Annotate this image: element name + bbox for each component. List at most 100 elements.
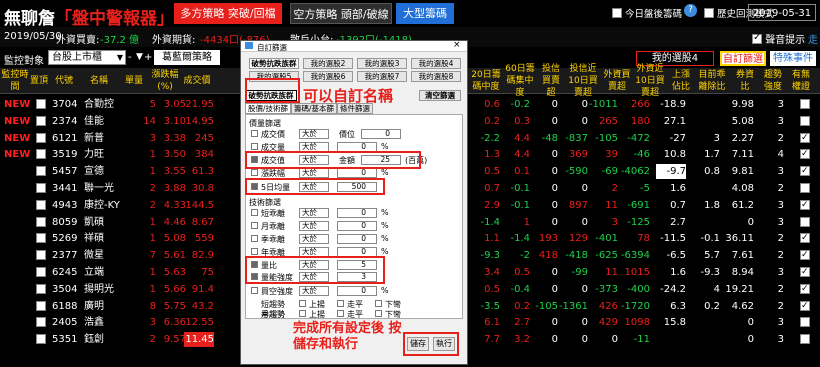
filter-checkbox[interactable] [251,143,258,150]
col-header[interactable]: 券資比 [732,68,758,94]
trend-checkbox[interactable] [299,310,306,317]
trend-checkbox[interactable] [337,300,344,307]
warrant-checkbox[interactable]: ✓ [800,199,810,210]
col-header[interactable]: 60日籌碼集中度 [504,64,536,98]
warrant-checkbox[interactable]: ✓ [800,300,810,311]
col-header[interactable]: 20日籌碼中度 [470,68,502,94]
filter-value-input[interactable]: 0 [337,221,377,231]
pin-checkbox[interactable] [36,199,46,210]
plus-button[interactable]: + [144,52,152,63]
col-header[interactable]: 目前乖離除比 [696,68,728,94]
monitor-target-select[interactable]: 台股上市櫃 ▼ [48,50,126,65]
warrant-checkbox[interactable]: ✓ [800,267,810,277]
col-header[interactable]: 投信買賣超 [538,64,564,98]
warrant-checkbox[interactable] [800,334,810,345]
group-button[interactable]: 破勢抗跌族群 [249,58,299,69]
filter-op-select[interactable]: 大於 [299,286,329,296]
col-header[interactable]: 上漲佔比 [668,68,694,94]
dropdown-icon[interactable]: ▼ [136,52,143,62]
warrant-checkbox[interactable]: ✓ [800,250,810,261]
close-icon[interactable]: × [453,40,461,50]
pin-checkbox[interactable] [36,250,46,261]
group-button[interactable]: 我的選股6 [303,71,353,82]
trend-checkbox[interactable] [337,310,344,317]
col-header[interactable]: 成交價 [182,68,212,94]
option-today[interactable]: 今日盤後籌碼 [612,6,682,20]
pin-checkbox[interactable] [36,149,46,160]
warrant-checkbox[interactable]: ✓ [800,149,810,160]
minus-button[interactable]: - [128,50,136,65]
pin-checkbox[interactable] [36,317,46,328]
trend-checkbox[interactable] [375,310,382,317]
filter-checkbox[interactable] [251,130,258,137]
tab-short-strategy[interactable]: 空方策略 頭部/破線 [290,3,392,24]
custom-filter-button[interactable]: 自訂篩選 [720,51,766,66]
special-event-button[interactable]: 特殊事件 [770,51,816,66]
group-button[interactable]: 我的選股8 [411,71,461,82]
filter-value-input[interactable]: 0 [337,208,377,218]
pin-checkbox[interactable] [36,99,46,109]
filter-checkbox[interactable] [251,248,258,255]
col-header[interactable]: 有無權證 [788,68,814,94]
col-header[interactable]: 外資近10日買賣超 [634,64,666,98]
filter-value-input[interactable]: 0 [337,168,377,178]
group-button[interactable]: 我的選股7 [357,71,407,82]
col-header[interactable]: 外資買賣超 [602,68,632,94]
tab-long-strategy[interactable]: 多方策略 突破/回檔 [174,3,282,24]
col-header[interactable]: 代號 [50,68,78,94]
group-button[interactable]: 我的選股4 [411,58,461,69]
filter-value-input[interactable]: 0 [337,286,377,296]
pin-checkbox[interactable] [36,115,46,126]
trend-checkbox[interactable] [299,300,306,307]
clear-filter-button[interactable]: 清空篩選 [419,90,461,101]
tab-big-chips[interactable]: 大型籌碼 [396,3,454,24]
graham-strategy-button[interactable]: 葛藍爾策略 [154,50,220,65]
sound-toggle[interactable]: 聲音提示 [752,31,805,46]
col-header[interactable]: 投信近10日買賣超 [566,64,600,98]
filter-op-select[interactable]: 大於 [299,208,329,218]
pin-checkbox[interactable] [36,233,46,244]
filter-op-select[interactable]: 大於 [299,221,329,231]
date-field[interactable]: 2019-05-31 [748,4,816,21]
warrant-checkbox[interactable] [800,115,810,126]
warrant-checkbox[interactable] [800,216,810,227]
history-checkbox[interactable] [704,8,714,18]
warrant-checkbox[interactable]: ✓ [800,132,810,143]
col-header[interactable]: 監控時間 [0,68,30,94]
warrant-checkbox[interactable]: ✓ [800,283,810,294]
filter-op-select[interactable]: 大於 [299,129,329,139]
filter-checkbox[interactable] [251,287,258,294]
filter-checkbox[interactable] [251,209,258,216]
pin-checkbox[interactable] [36,166,46,177]
col-header[interactable]: 名稱 [80,68,118,94]
filter-op-select[interactable]: 大於 [299,168,329,178]
help-icon[interactable]: ? [684,4,697,17]
pin-checkbox[interactable] [36,132,46,143]
col-header[interactable]: 單量 [120,68,148,94]
pin-checkbox[interactable] [36,216,46,227]
filter-value-input[interactable]: 0 [361,129,401,139]
group-button[interactable]: 我的選股3 [357,58,407,69]
warrant-checkbox[interactable]: ✓ [800,166,810,177]
warrant-checkbox[interactable]: ✓ [800,233,810,244]
warrant-checkbox[interactable] [800,317,810,328]
pin-checkbox[interactable] [36,334,46,345]
col-header[interactable]: 漲跌幅(%) [150,68,180,94]
col-header[interactable]: 趨勢強度 [760,68,786,94]
pin-checkbox[interactable] [36,267,46,277]
filter-value-input[interactable]: 0 [337,234,377,244]
filter-checkbox[interactable] [251,169,258,176]
tab-price-tech[interactable]: 股價/技術篩選 [245,103,291,123]
tab-chips-basic[interactable]: 籌碼/基本篩選 [291,103,337,123]
col-header[interactable]: 置頂 [30,68,48,94]
trend-checkbox[interactable] [375,300,382,307]
walk-link[interactable]: 走 [808,31,818,46]
warrant-checkbox[interactable] [800,183,810,193]
group-button[interactable]: 我的選股2 [303,58,353,69]
tab-conditions[interactable]: 條件篩選 [337,103,373,114]
today-checkbox[interactable] [612,8,622,18]
pin-checkbox[interactable] [36,300,46,311]
pin-checkbox[interactable] [36,283,46,294]
filter-checkbox[interactable] [251,235,258,242]
pin-checkbox[interactable] [36,183,46,193]
